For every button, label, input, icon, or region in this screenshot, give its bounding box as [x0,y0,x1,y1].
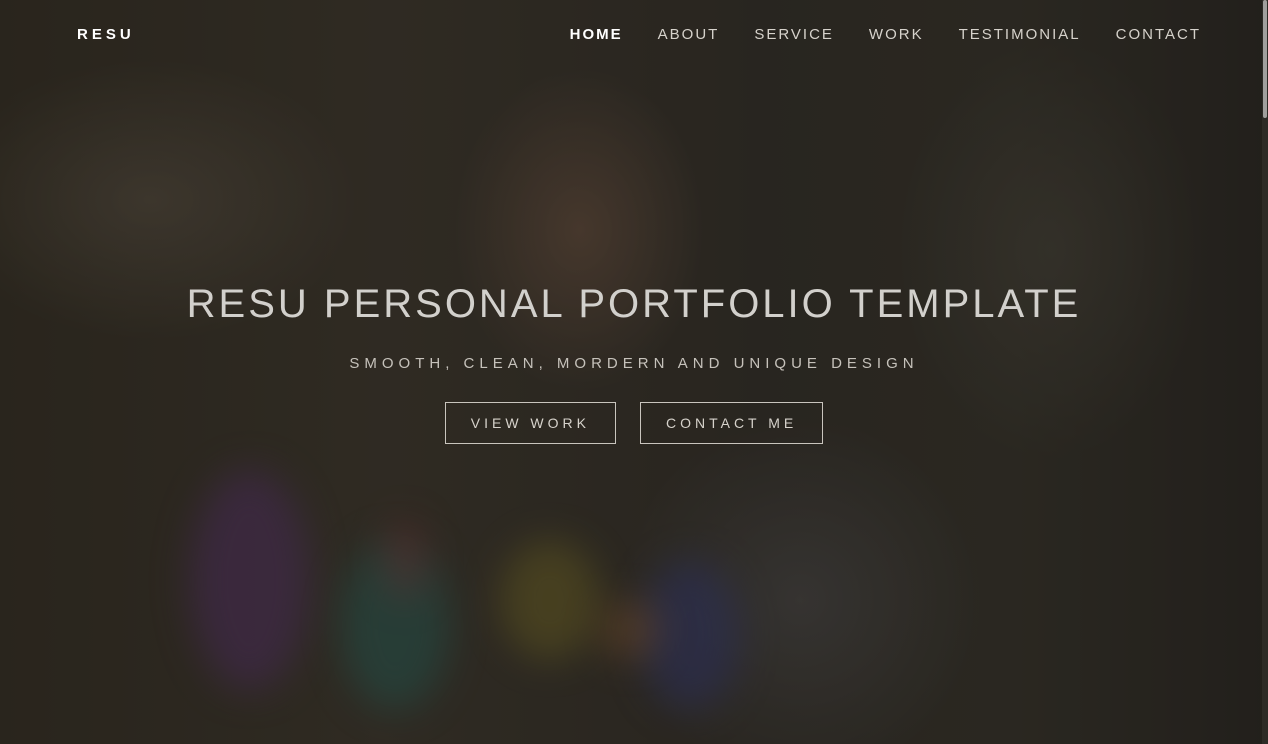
hero-title: RESU PERSONAL PORTFOLIO TEMPLATE [186,282,1082,326]
view-work-button[interactable]: VIEW WORK [444,402,616,444]
navbar: RESU HOME ABOUT SERVICE WORK TESTIMONIAL… [0,0,1268,70]
contact-me-button[interactable]: CONTACT ME [639,402,824,444]
scrollbar[interactable] [1262,0,1268,744]
nav-item-service[interactable]: SERVICE [754,26,834,43]
nav-item-work[interactable]: WORK [869,26,924,43]
nav-item-about[interactable]: ABOUT [658,26,720,43]
nav-item-contact[interactable]: CONTACT [1116,26,1201,43]
hero-buttons: VIEW WORK CONTACT ME [0,402,1268,444]
nav-item-home[interactable]: HOME [570,26,623,43]
scrollbar-thumb[interactable] [1263,0,1267,118]
brand-logo[interactable]: RESU [77,26,135,43]
hero-section: RESU HOME ABOUT SERVICE WORK TESTIMONIAL… [0,0,1268,744]
nav-menu: HOME ABOUT SERVICE WORK TESTIMONIAL CONT… [570,26,1201,43]
hero-content: RESU PERSONAL PORTFOLIO TEMPLATE SMOOTH,… [0,282,1268,444]
hero-subtitle: SMOOTH, CLEAN, MORDERN AND UNIQUE DESIGN [349,355,919,372]
nav-item-testimonial[interactable]: TESTIMONIAL [959,26,1081,43]
